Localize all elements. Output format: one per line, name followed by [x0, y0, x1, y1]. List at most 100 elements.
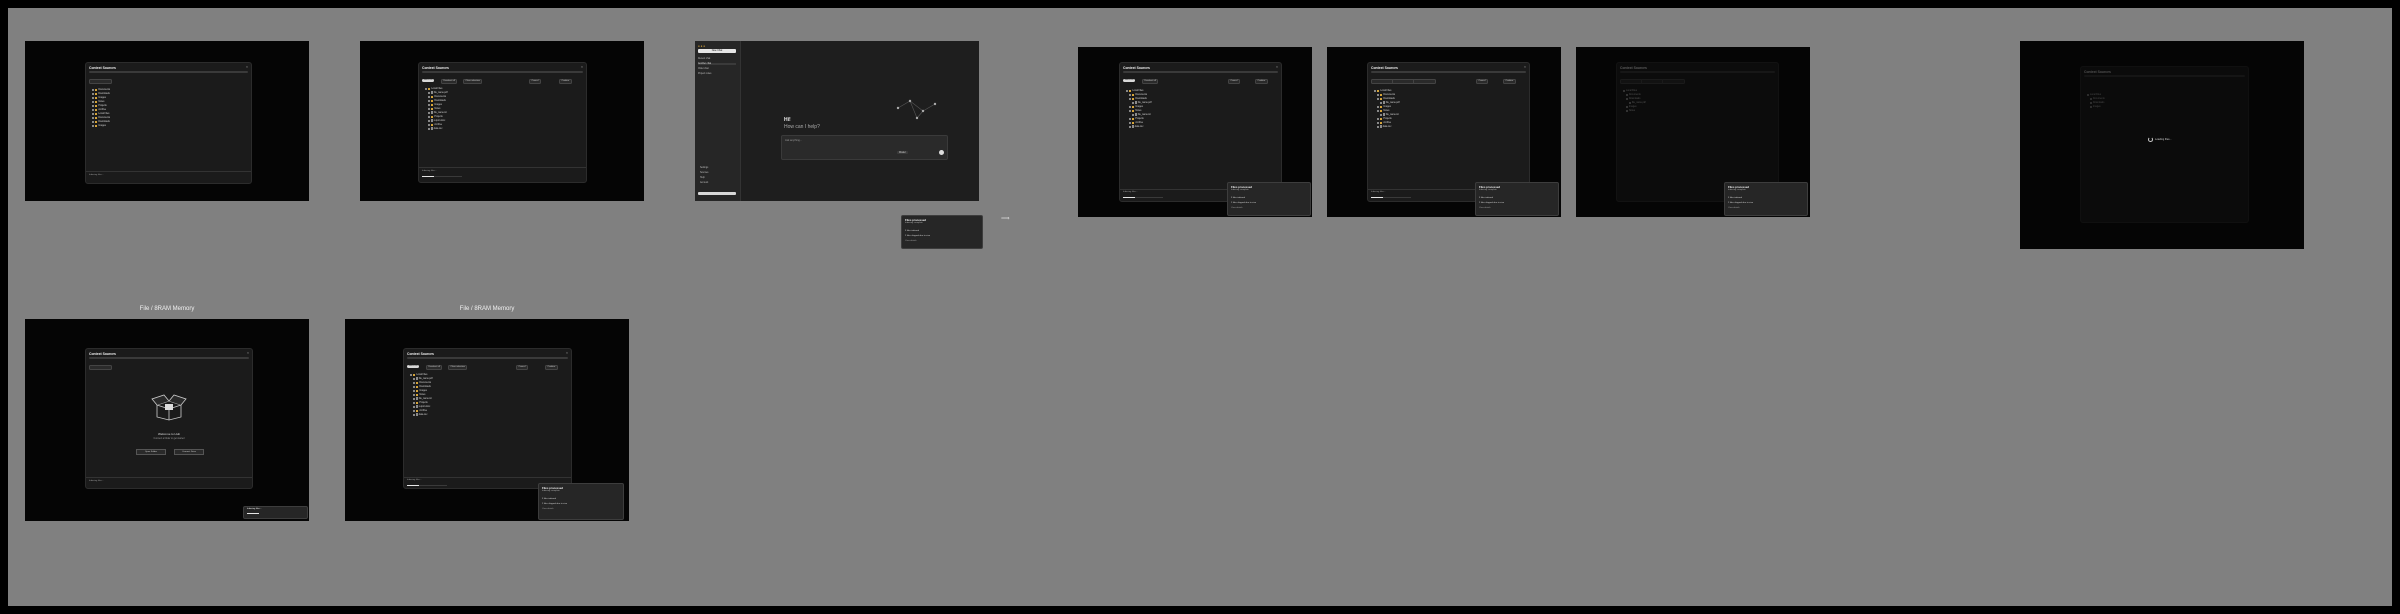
tree-row[interactable]: file_name.txt: [1132, 113, 1151, 116]
tree-row[interactable]: Local Files: [92, 112, 109, 115]
tree-row[interactable]: Projects: [92, 104, 107, 107]
cancel-button[interactable]: Cancel: [529, 79, 541, 84]
tree-row[interactable]: data.csv: [1377, 125, 1391, 128]
connect-drive-button[interactable]: Connect Drive: [174, 449, 204, 455]
tree-row[interactable]: Documents: [92, 116, 110, 119]
close-icon[interactable]: ×: [566, 351, 568, 355]
clear-selection-button[interactable]: Clear selection: [448, 365, 468, 370]
confirm-button[interactable]: Confirm: [559, 79, 572, 84]
sidebar-bottom-account[interactable]: Account: [700, 182, 708, 184]
tree-row[interactable]: data.csv: [428, 127, 442, 130]
tree-row[interactable]: Notes: [92, 100, 104, 103]
tab-documents[interactable]: [1641, 79, 1664, 84]
tree-row[interactable]: Projects: [428, 115, 443, 118]
cancel-button[interactable]: Cancel: [516, 365, 528, 370]
tree-row[interactable]: Notes: [1377, 109, 1389, 112]
tree-row[interactable]: Downloads: [92, 92, 110, 95]
new-chat-button[interactable]: New Chat: [698, 49, 736, 53]
tree-row[interactable]: Local Files: [425, 87, 442, 90]
tree-row[interactable]: Downloads: [1129, 97, 1147, 100]
sidebar-bottom-help[interactable]: Help: [700, 177, 705, 179]
toast-link[interactable]: View details: [1479, 207, 1491, 209]
select-all-button[interactable]: Select all: [407, 365, 419, 368]
tree-row[interactable]: Local Files: [2087, 93, 2101, 96]
toast-link[interactable]: View details: [905, 240, 917, 242]
open-folder-button[interactable]: Open Folder: [136, 449, 166, 455]
tree-row[interactable]: Projects: [1129, 117, 1144, 120]
close-icon[interactable]: ×: [1524, 65, 1526, 69]
tab-local-files[interactable]: [1371, 79, 1394, 84]
sidebar-item-project[interactable]: Project notes: [698, 73, 711, 75]
deselect-all-button[interactable]: Deselect all: [441, 79, 458, 84]
tree-row[interactable]: file_name.pdf: [413, 377, 433, 380]
sidebar-upgrade-button[interactable]: [698, 192, 736, 195]
cancel-button[interactable]: Cancel: [1476, 79, 1488, 84]
chat-input-box[interactable]: Ask anything... Model: [781, 135, 948, 160]
tree-row[interactable]: file_name.pdf: [1132, 101, 1152, 104]
tree-row[interactable]: Images: [92, 124, 106, 127]
clear-selection-button[interactable]: Clear selection: [463, 79, 483, 84]
tree-row[interactable]: file_name.pdf: [1629, 101, 1646, 104]
tab-projects[interactable]: [1662, 79, 1685, 84]
tree-row[interactable]: report.docx: [413, 405, 430, 408]
tree-row[interactable]: Documents: [428, 95, 446, 98]
sidebar-item-another[interactable]: Another chat: [698, 63, 736, 65]
deselect-all-button[interactable]: Deselect all: [426, 365, 443, 370]
sidebar-item-recent[interactable]: Recent chat: [698, 58, 710, 60]
sidebar-bottom-sources[interactable]: Sources: [700, 172, 708, 174]
tree-row[interactable]: report.docx: [428, 119, 445, 122]
tree-row[interactable]: Images: [1626, 105, 1637, 108]
tab-local-files[interactable]: [1620, 79, 1643, 84]
tree-row[interactable]: Documents: [413, 381, 431, 384]
close-icon[interactable]: ×: [1276, 65, 1278, 69]
tree-row[interactable]: Local Files: [1126, 89, 1143, 92]
send-icon[interactable]: [939, 150, 944, 155]
tree-row[interactable]: file_name.pdf: [1380, 101, 1400, 104]
tree-row[interactable]: file_name.txt: [413, 397, 432, 400]
tree-row[interactable]: Notes: [1626, 109, 1635, 112]
tab-documents[interactable]: [1392, 79, 1415, 84]
select-all-button[interactable]: Select all: [422, 79, 434, 82]
tree-row[interactable]: Images: [1129, 105, 1143, 108]
tree-row[interactable]: Images: [428, 103, 442, 106]
tree-row[interactable]: file_name.pdf: [428, 91, 448, 94]
tree-row[interactable]: Projects: [1377, 117, 1392, 120]
tab-projects[interactable]: [1413, 79, 1436, 84]
tree-row[interactable]: data.csv: [413, 413, 427, 416]
tree-row[interactable]: Notes: [428, 107, 440, 110]
toast-link[interactable]: View details: [1728, 207, 1740, 209]
tree-row[interactable]: Documents: [92, 88, 110, 91]
sidebar-bottom-settings[interactable]: Settings: [700, 167, 708, 169]
tree-row[interactable]: file_name.txt: [428, 111, 447, 114]
tree-row[interactable]: Archive: [92, 108, 106, 111]
sidebar-item-older[interactable]: Older chat: [698, 68, 709, 70]
toast-link[interactable]: View details: [1231, 207, 1243, 209]
toast-link[interactable]: View details: [542, 508, 554, 510]
cancel-button[interactable]: Cancel: [1228, 79, 1240, 84]
tree-row[interactable]: file_name.txt: [1380, 113, 1399, 116]
tree-row[interactable]: Downloads: [413, 385, 431, 388]
close-icon[interactable]: ×: [581, 65, 583, 69]
tree-row[interactable]: Downloads: [428, 99, 446, 102]
select-all-button[interactable]: Select all: [1123, 79, 1135, 82]
tab-local-files[interactable]: [89, 365, 112, 370]
tree-row[interactable]: Archive: [428, 123, 442, 126]
tree-row[interactable]: Documents: [1626, 93, 1641, 96]
confirm-button[interactable]: Confirm: [1503, 79, 1516, 84]
tree-row[interactable]: Images: [1377, 105, 1391, 108]
tree-row[interactable]: Local Files: [1623, 89, 1637, 92]
confirm-button[interactable]: Confirm: [545, 365, 558, 370]
close-icon[interactable]: ×: [247, 351, 249, 355]
tree-row[interactable]: Projects: [413, 401, 428, 404]
tree-row[interactable]: Documents: [1129, 93, 1147, 96]
confirm-button[interactable]: Confirm: [1255, 79, 1268, 84]
tree-row[interactable]: Notes: [413, 393, 425, 396]
tree-row[interactable]: Downloads: [2090, 101, 2104, 104]
tree-row[interactable]: Images: [92, 96, 106, 99]
tree-row[interactable]: Images: [2090, 105, 2101, 108]
tree-row[interactable]: Archive: [413, 409, 427, 412]
tab-local-files[interactable]: [89, 79, 112, 84]
tree-row[interactable]: Images: [413, 389, 427, 392]
tree-row[interactable]: Archive: [1129, 121, 1143, 124]
tree-row[interactable]: Downloads: [92, 120, 110, 123]
